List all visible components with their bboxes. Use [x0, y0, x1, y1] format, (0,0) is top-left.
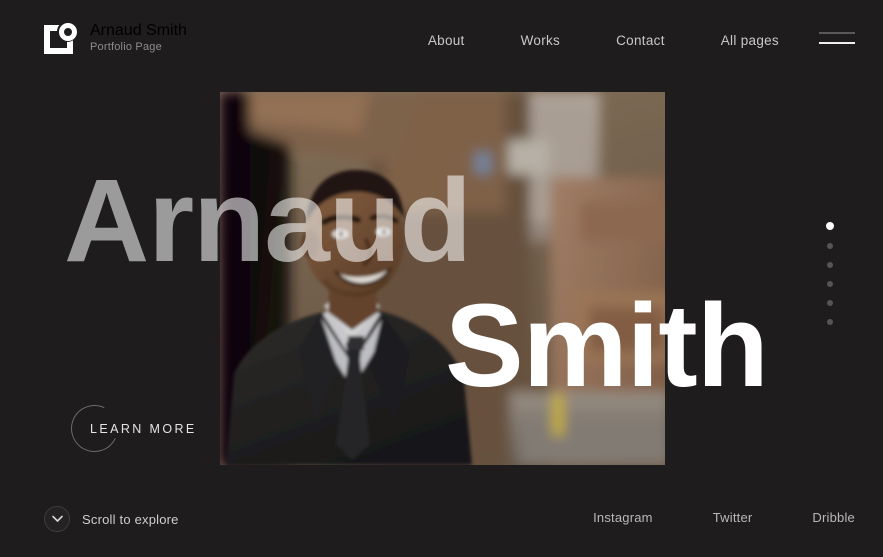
camera-square-logo-icon [44, 21, 78, 55]
page-root: Arnaud Smith Portfolio Page About Works … [0, 0, 883, 557]
social-links: Instagram Twitter Dribble [563, 510, 855, 525]
scroll-to-explore-button[interactable]: Scroll to explore [44, 506, 179, 532]
hero-name-first: Arnaud [64, 155, 472, 287]
hero-name-last: Smith [445, 280, 769, 412]
slide-dots-nav [826, 222, 834, 325]
nav-item-works[interactable]: Works [493, 33, 589, 48]
nav-item-contact[interactable]: Contact [588, 33, 693, 48]
social-link-dribble[interactable]: Dribble [782, 510, 855, 525]
social-link-twitter[interactable]: Twitter [683, 510, 783, 525]
slide-dot-4[interactable] [827, 281, 833, 287]
nav-item-all-pages[interactable]: All pages [693, 33, 779, 48]
brand-block[interactable]: Arnaud Smith Portfolio Page [44, 21, 187, 55]
social-link-instagram[interactable]: Instagram [563, 510, 683, 525]
slide-dot-5[interactable] [827, 300, 833, 306]
primary-nav: About Works Contact All pages [400, 0, 779, 80]
site-header: Arnaud Smith Portfolio Page About Works … [0, 0, 883, 80]
brand-subtitle: Portfolio Page [90, 40, 162, 53]
brand-title: Arnaud Smith [90, 21, 187, 39]
slide-dot-2[interactable] [827, 243, 833, 249]
chevron-down-circle-icon [44, 506, 70, 532]
learn-more-button[interactable]: LEARN MORE [64, 398, 197, 459]
hamburger-menu-icon[interactable] [819, 32, 855, 48]
brand-text: Arnaud Smith Portfolio Page [90, 22, 187, 55]
nav-item-about[interactable]: About [400, 33, 493, 48]
scroll-to-explore-label: Scroll to explore [82, 511, 179, 527]
learn-more-label: LEARN MORE [90, 422, 197, 436]
slide-dot-6[interactable] [827, 319, 833, 325]
slide-dot-3[interactable] [827, 262, 833, 268]
slide-dot-1[interactable] [826, 222, 834, 230]
